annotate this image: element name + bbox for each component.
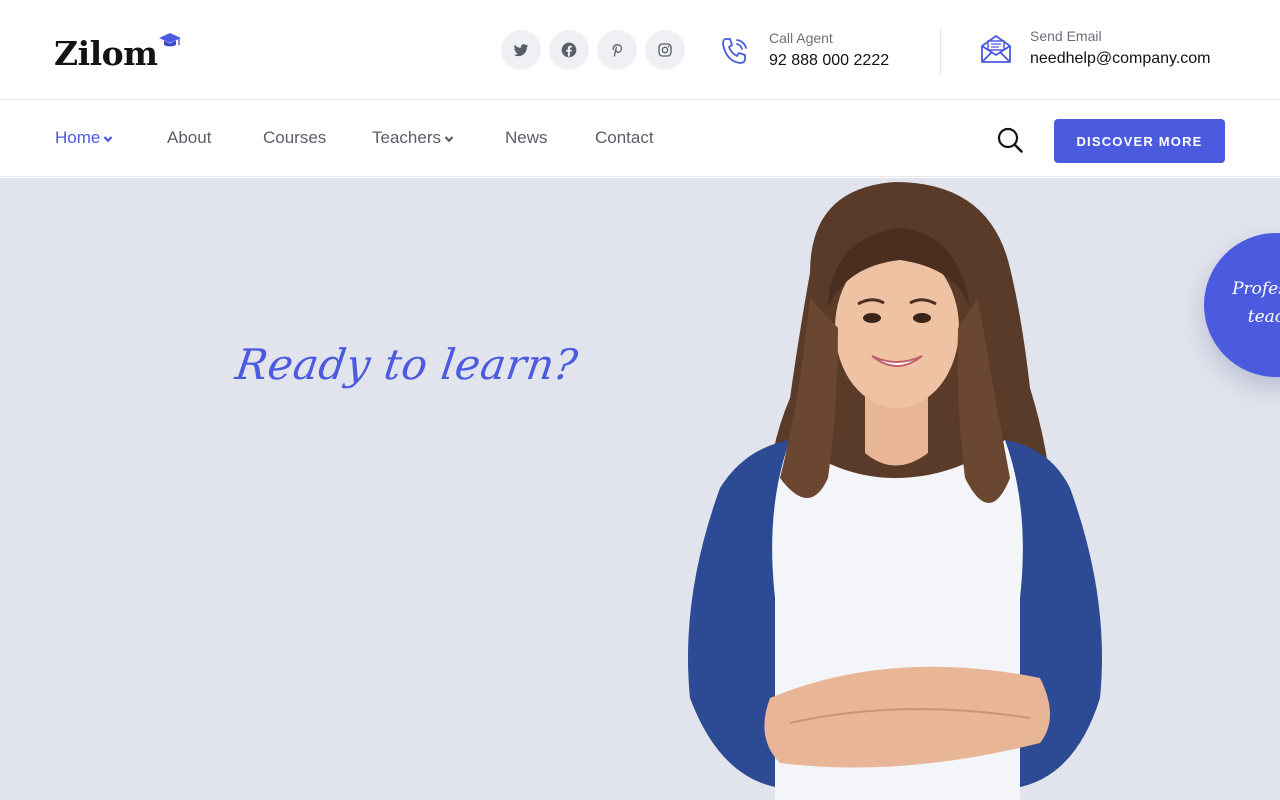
search-icon[interactable] <box>996 126 1024 154</box>
nav-item-home[interactable]: Home <box>55 127 167 149</box>
social-links <box>501 30 685 70</box>
chevron-down-icon <box>104 136 113 143</box>
professional-teachers-badge: Professional teachers <box>1204 233 1280 377</box>
header-divider <box>940 28 941 74</box>
nav-item-courses[interactable]: Courses <box>263 127 372 149</box>
nav-item-teachers[interactable]: Teachers <box>372 127 505 149</box>
nav-item-label: Contact <box>595 128 654 147</box>
discover-more-button[interactable]: DISCOVER MORE <box>1054 119 1225 163</box>
nav-item-label: Teachers <box>372 128 441 147</box>
hero-tagline: Ready to learn? <box>232 340 581 389</box>
nav-item-about[interactable]: About <box>167 127 263 149</box>
twitter-link[interactable] <box>501 30 541 70</box>
nav-item-news[interactable]: News <box>505 127 595 149</box>
nav-item-contact[interactable]: Contact <box>595 127 675 149</box>
nav-item-label: Courses <box>263 128 327 147</box>
facebook-icon <box>561 42 577 58</box>
nav-menu: Home About Courses Teachers News Contact <box>55 127 675 149</box>
call-agent[interactable]: Call Agent 92 888 000 2222 <box>718 28 889 74</box>
badge-text: Professional teachers <box>1232 279 1280 327</box>
pinterest-icon <box>612 43 623 57</box>
student-photo <box>688 182 1102 800</box>
send-email[interactable]: Send Email needhelp@company.com <box>979 26 1211 72</box>
call-agent-label: Call Agent <box>769 30 833 46</box>
logo-text: Zilom <box>54 34 158 73</box>
nav-item-label: News <box>505 128 548 147</box>
hero-section: Ready to learn? Professional teachers <box>0 178 1280 800</box>
instagram-link[interactable] <box>645 30 685 70</box>
envelope-icon <box>981 35 1011 63</box>
phone-number[interactable]: 92 888 000 2222 <box>769 48 889 74</box>
logo[interactable]: Zilom <box>54 30 181 73</box>
pinterest-link[interactable] <box>597 30 637 70</box>
twitter-icon <box>513 44 529 57</box>
instagram-icon <box>658 43 672 57</box>
graduation-cap-icon <box>159 33 181 47</box>
top-header: Zilom Call Agent 92 888 000 2222 Send Em… <box>0 0 1280 100</box>
nav-item-label: About <box>167 128 212 147</box>
email-address[interactable]: needhelp@company.com <box>1030 46 1211 72</box>
phone-icon <box>722 38 747 64</box>
send-email-label: Send Email <box>1030 28 1102 44</box>
facebook-link[interactable] <box>549 30 589 70</box>
nav-item-label: Home <box>55 128 101 147</box>
chevron-down-icon <box>444 136 454 143</box>
